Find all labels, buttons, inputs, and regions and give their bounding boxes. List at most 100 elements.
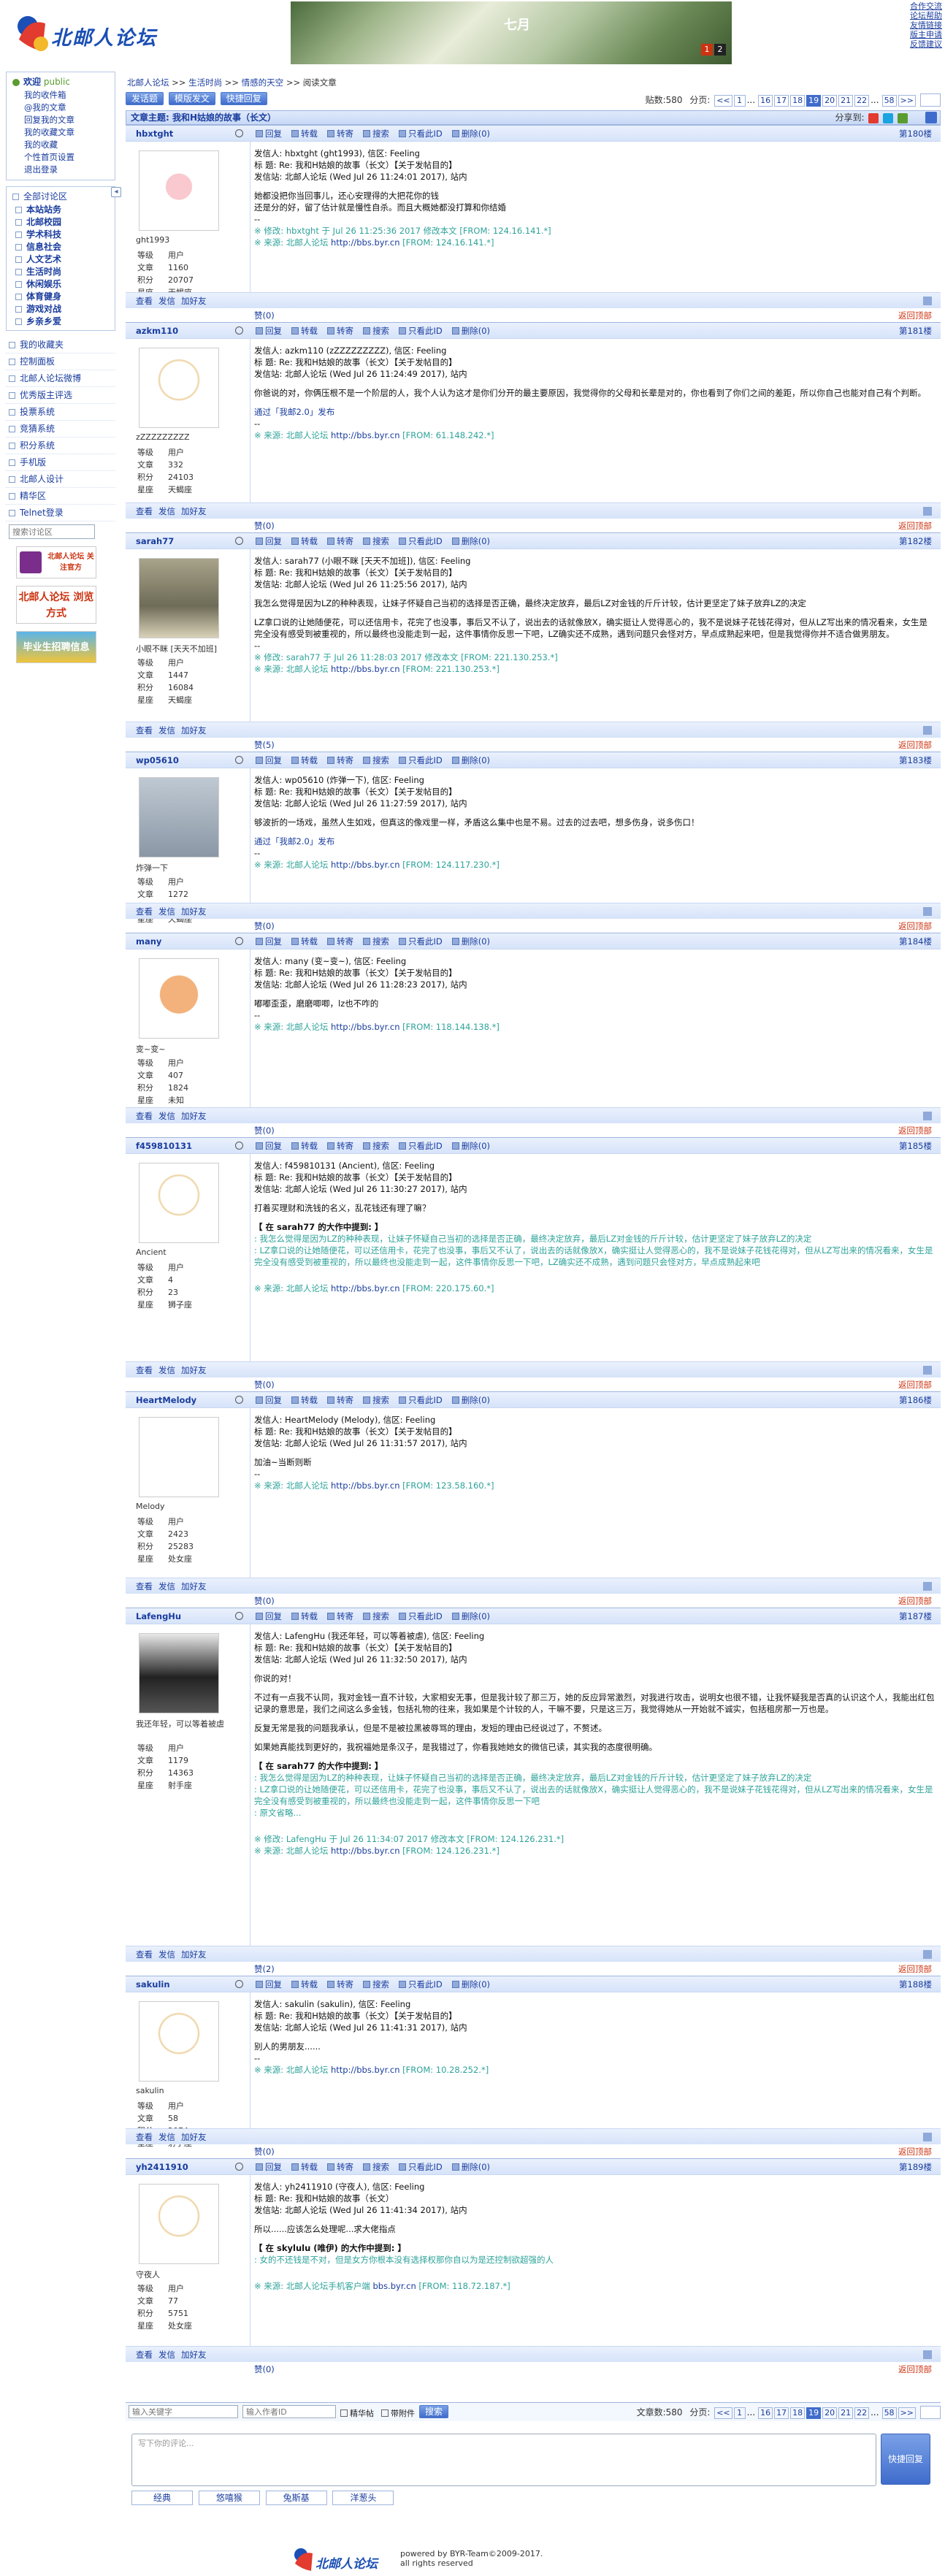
post-action-0[interactable]: 回复 bbox=[256, 1141, 282, 1151]
top-link[interactable]: 反馈建议 bbox=[910, 39, 942, 49]
footer-action[interactable]: 发信 bbox=[158, 1111, 175, 1121]
like-button[interactable]: 赞(0) bbox=[254, 1377, 275, 1392]
post-action-1[interactable]: 转载 bbox=[291, 536, 318, 546]
back-to-top-link[interactable]: 返回顶部 bbox=[898, 919, 932, 933]
source-link[interactable]: http://bbs.byr.cn bbox=[331, 1480, 400, 1491]
post-menu-icon[interactable] bbox=[923, 1366, 932, 1375]
new-topic-button[interactable]: 发话题 bbox=[126, 92, 164, 105]
post-action-3[interactable]: 搜索 bbox=[363, 936, 389, 947]
post-menu-icon[interactable] bbox=[923, 726, 932, 735]
post-author[interactable]: hbxtght bbox=[136, 126, 173, 142]
page-link[interactable]: 1 bbox=[733, 2407, 746, 2419]
crumb-category[interactable]: 生活时尚 bbox=[188, 77, 222, 88]
page-link[interactable]: 17 bbox=[774, 95, 789, 107]
username[interactable]: public bbox=[44, 77, 70, 87]
post-action-4[interactable]: 只看此ID bbox=[399, 2162, 443, 2172]
post-floor[interactable]: 第180楼 bbox=[899, 126, 932, 142]
post-action-2[interactable]: 转寄 bbox=[327, 1979, 353, 1990]
banner-page-2[interactable]: 2 bbox=[714, 44, 726, 56]
source-link[interactable]: http://bbs.byr.cn bbox=[331, 860, 400, 870]
post-menu-icon[interactable] bbox=[923, 2133, 932, 2141]
page-link[interactable]: >> bbox=[898, 95, 916, 107]
user-link[interactable]: 我的收件箱 bbox=[9, 89, 112, 102]
footer-action[interactable]: 加好友 bbox=[181, 1365, 207, 1375]
share-wechat-icon[interactable] bbox=[898, 112, 908, 123]
post-action-4[interactable]: 只看此ID bbox=[399, 936, 443, 947]
page-link[interactable]: 21 bbox=[838, 95, 854, 107]
like-button[interactable]: 赞(0) bbox=[254, 519, 275, 533]
post-action-4[interactable]: 只看此ID bbox=[399, 536, 443, 546]
post-action-2[interactable]: 转寄 bbox=[327, 1611, 353, 1621]
sidebar-link[interactable]: 积分系统 bbox=[6, 437, 115, 454]
avatar[interactable] bbox=[139, 558, 219, 638]
post-action-2[interactable]: 转寄 bbox=[327, 2162, 353, 2172]
source-link[interactable]: http://bbs.byr.cn bbox=[331, 664, 400, 674]
page-jump-input[interactable] bbox=[920, 93, 941, 107]
like-button[interactable]: 赞(5) bbox=[254, 738, 275, 752]
share-qq-icon[interactable] bbox=[883, 112, 894, 123]
emoticon-tab[interactable]: 悠嘻猴 bbox=[198, 2491, 260, 2505]
footer-action[interactable]: 加好友 bbox=[181, 1581, 207, 1591]
sidebar-link[interactable]: 我的收藏夹 bbox=[6, 337, 115, 353]
post-action-5[interactable]: 删除(0) bbox=[451, 1611, 490, 1621]
section-item[interactable]: 乡亲乡爱 bbox=[9, 316, 112, 328]
page-link[interactable]: 21 bbox=[838, 2407, 854, 2419]
avatar[interactable] bbox=[139, 958, 219, 1039]
post-author[interactable]: wp05610 bbox=[136, 752, 179, 768]
post-menu-icon[interactable] bbox=[923, 1582, 932, 1591]
footer-action[interactable]: 查看 bbox=[136, 1111, 153, 1121]
post-menu-icon[interactable] bbox=[923, 297, 932, 305]
post-action-3[interactable]: 搜索 bbox=[363, 536, 389, 546]
post-action-3[interactable]: 搜索 bbox=[363, 1395, 389, 1405]
post-action-4[interactable]: 只看此ID bbox=[399, 1141, 443, 1151]
source-link[interactable]: http://bbs.byr.cn bbox=[331, 430, 400, 440]
post-action-4[interactable]: 只看此ID bbox=[399, 326, 443, 336]
page-link[interactable]: 16 bbox=[758, 95, 773, 107]
post-action-1[interactable]: 转载 bbox=[291, 1979, 318, 1990]
collapse-sidebar-button[interactable]: ◂ bbox=[111, 187, 121, 197]
post-floor[interactable]: 第189楼 bbox=[899, 2159, 932, 2175]
post-action-4[interactable]: 只看此ID bbox=[399, 129, 443, 139]
source-link[interactable]: http://bbs.byr.cn bbox=[331, 237, 400, 248]
footer-action[interactable]: 查看 bbox=[136, 725, 153, 735]
post-action-1[interactable]: 转载 bbox=[291, 326, 318, 336]
post-action-0[interactable]: 回复 bbox=[256, 1395, 282, 1405]
crumb-board[interactable]: 情感的天空 bbox=[242, 77, 284, 88]
footer-action[interactable]: 发信 bbox=[158, 2350, 175, 2360]
post-action-3[interactable]: 搜索 bbox=[363, 1611, 389, 1621]
post-action-4[interactable]: 只看此ID bbox=[399, 1979, 443, 1990]
post-action-5[interactable]: 删除(0) bbox=[451, 1395, 490, 1405]
post-action-3[interactable]: 搜索 bbox=[363, 2162, 389, 2172]
footer-action[interactable]: 发信 bbox=[158, 296, 175, 306]
back-to-top-link[interactable]: 返回顶部 bbox=[898, 738, 932, 752]
post-action-1[interactable]: 转载 bbox=[291, 129, 318, 139]
section-item[interactable]: 生活时尚 bbox=[9, 266, 112, 278]
back-to-top-link[interactable]: 返回顶部 bbox=[898, 2362, 932, 2377]
post-author[interactable]: yh2411910 bbox=[136, 2159, 188, 2175]
footer-action[interactable]: 加好友 bbox=[181, 2350, 207, 2360]
page-link[interactable]: 22 bbox=[854, 95, 870, 107]
sidebar-link[interactable]: 控制面板 bbox=[6, 353, 115, 370]
user-link[interactable]: 回复我的文章 bbox=[9, 114, 112, 126]
like-button[interactable]: 赞(0) bbox=[254, 308, 275, 323]
like-button[interactable]: 赞(0) bbox=[254, 1123, 275, 1138]
footer-action[interactable]: 发信 bbox=[158, 1949, 175, 1960]
reply-textarea[interactable]: 写下你的评论... bbox=[131, 2434, 876, 2486]
post-action-3[interactable]: 搜索 bbox=[363, 1979, 389, 1990]
post-action-2[interactable]: 转寄 bbox=[327, 936, 353, 947]
post-floor[interactable]: 第186楼 bbox=[899, 1392, 932, 1408]
footer-action[interactable]: 查看 bbox=[136, 296, 153, 306]
back-to-top-link[interactable]: 返回顶部 bbox=[898, 1377, 932, 1392]
footer-action[interactable]: 加好友 bbox=[181, 1111, 207, 1121]
post-action-1[interactable]: 转载 bbox=[291, 2162, 318, 2172]
page-link[interactable]: 20 bbox=[822, 95, 838, 107]
page-link[interactable]: 19 bbox=[806, 2407, 822, 2419]
author-search-input[interactable] bbox=[242, 2405, 336, 2418]
post-menu-icon[interactable] bbox=[923, 1112, 932, 1120]
section-search-input[interactable] bbox=[9, 524, 95, 539]
footer-action[interactable]: 加好友 bbox=[181, 2132, 207, 2142]
post-menu-icon[interactable] bbox=[923, 1950, 932, 1959]
post-author[interactable]: sarah77 bbox=[136, 533, 174, 549]
footer-action[interactable]: 加好友 bbox=[181, 906, 207, 917]
section-item[interactable]: 游戏对战 bbox=[9, 303, 112, 316]
